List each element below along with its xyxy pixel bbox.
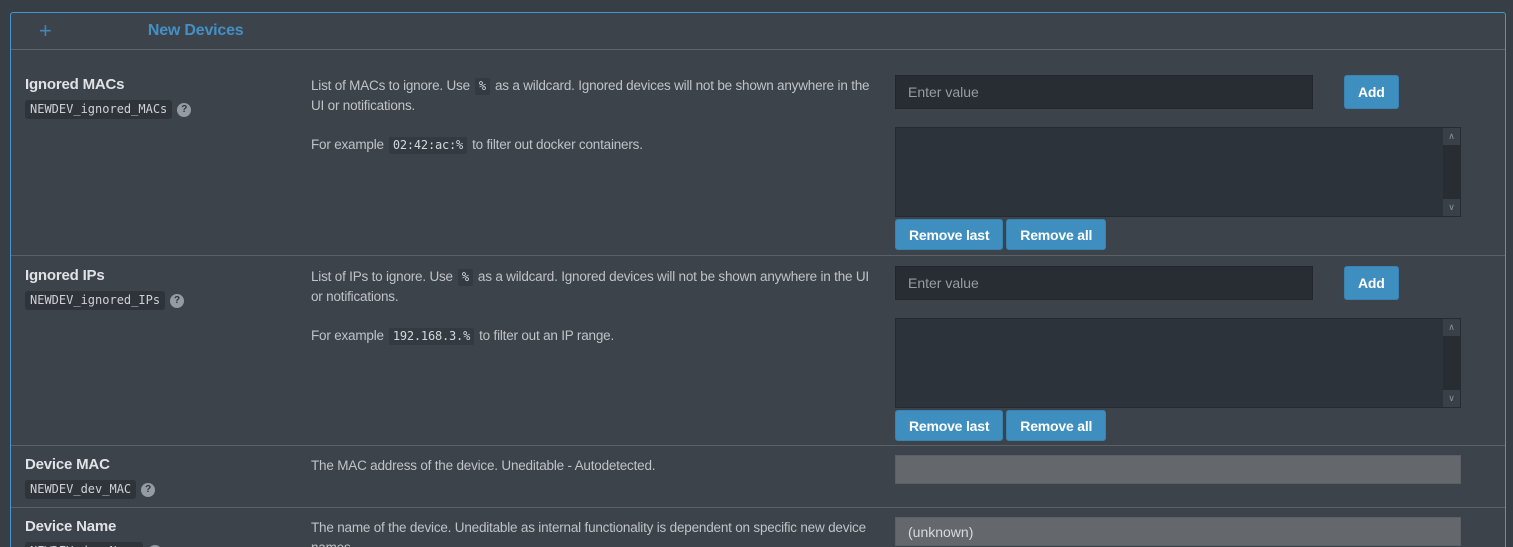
ignored-macs-listbox[interactable]: ∧ ∨ <box>895 127 1461 217</box>
setting-description: List of MACs to ignore. Use%as a wildcar… <box>311 76 895 155</box>
example-code: 192.168.3.% <box>389 328 474 345</box>
setting-label: Ignored MACs <box>25 76 311 93</box>
new-devices-panel: + New Devices Ignored MACs NEWDEV_ignore… <box>10 12 1506 547</box>
listbox-scrollbar[interactable]: ∧ ∨ <box>1443 319 1460 407</box>
setting-label: Ignored IPs <box>25 267 311 284</box>
setting-label-block: Device Name NEWDEV_dev_Name ? <box>25 517 311 547</box>
setting-label-block: Device MAC NEWDEV_dev_MAC ? <box>25 455 311 499</box>
setting-code-line: NEWDEV_dev_MAC ? <box>25 480 311 499</box>
device-mac-input <box>895 455 1461 484</box>
setting-description: List of IPs to ignore. Use%as a wildcard… <box>311 267 895 346</box>
ignored-ips-add-button[interactable]: Add <box>1344 266 1399 300</box>
setting-row-ignored-macs: Ignored MACs NEWDEV_ignored_MACs ? List … <box>11 50 1505 255</box>
ignored-macs-add-button[interactable]: Add <box>1344 75 1399 109</box>
plus-icon[interactable]: + <box>39 20 52 42</box>
ignored-macs-remove-all-button[interactable]: Remove all <box>1006 219 1106 250</box>
description-text: The name of the device. Uneditable as in… <box>311 518 881 547</box>
listbox-scrollbar[interactable]: ∧ ∨ <box>1443 128 1460 216</box>
description-text: List of MACs to ignore. Use%as a wildcar… <box>311 76 881 115</box>
setting-code: NEWDEV_dev_MAC <box>25 480 136 499</box>
help-icon[interactable]: ? <box>141 483 155 497</box>
setting-controls <box>895 455 1461 484</box>
scroll-up-icon[interactable]: ∧ <box>1443 128 1460 145</box>
settings-page: + New Devices Ignored MACs NEWDEV_ignore… <box>0 0 1513 547</box>
setting-description: The name of the device. Uneditable as in… <box>311 518 895 547</box>
setting-description: The MAC address of the device. Uneditabl… <box>311 456 895 476</box>
ignored-ips-remove-all-button[interactable]: Remove all <box>1006 410 1106 441</box>
setting-label: Device Name <box>25 518 311 535</box>
scrollbar-track[interactable] <box>1443 336 1460 390</box>
setting-controls: Add ∧ ∨ Remove last Remove all <box>895 75 1461 250</box>
setting-controls <box>895 517 1461 546</box>
list-buttons: Remove last Remove all <box>895 219 1461 250</box>
setting-row-device-mac: Device MAC NEWDEV_dev_MAC ? The MAC addr… <box>11 445 1505 507</box>
wildcard-code: % <box>475 78 490 95</box>
setting-code-line: NEWDEV_dev_Name ? <box>25 542 311 547</box>
setting-row-ignored-ips: Ignored IPs NEWDEV_ignored_IPs ? List of… <box>11 255 1505 445</box>
setting-code: NEWDEV_ignored_IPs <box>25 291 165 310</box>
help-icon[interactable]: ? <box>177 103 191 117</box>
input-row: Add <box>895 75 1461 109</box>
setting-label-block: Ignored IPs NEWDEV_ignored_IPs ? <box>25 266 311 310</box>
setting-controls: Add ∧ ∨ Remove last Remove all <box>895 266 1461 441</box>
description-text: The MAC address of the device. Uneditabl… <box>311 456 881 476</box>
scroll-down-icon[interactable]: ∨ <box>1443 199 1460 216</box>
panel-header: + New Devices <box>11 13 1505 50</box>
help-icon[interactable]: ? <box>170 294 184 308</box>
device-name-input <box>895 517 1461 546</box>
wildcard-code: % <box>458 269 473 286</box>
example-text: For example192.168.3.%to filter out an I… <box>311 326 881 346</box>
setting-code-line: NEWDEV_ignored_IPs ? <box>25 291 311 310</box>
ignored-macs-input[interactable] <box>895 75 1313 109</box>
input-row: Add <box>895 266 1461 300</box>
setting-label: Device MAC <box>25 456 311 473</box>
setting-row-device-name: Device Name NEWDEV_dev_Name ? The name o… <box>11 507 1505 547</box>
setting-label-block: Ignored MACs NEWDEV_ignored_MACs ? <box>25 75 311 119</box>
panel-title: New Devices <box>148 22 244 40</box>
setting-code-line: NEWDEV_ignored_MACs ? <box>25 100 311 119</box>
setting-code: NEWDEV_ignored_MACs <box>25 100 172 119</box>
ignored-ips-input[interactable] <box>895 266 1313 300</box>
ignored-ips-remove-last-button[interactable]: Remove last <box>895 410 1003 441</box>
ignored-macs-remove-last-button[interactable]: Remove last <box>895 219 1003 250</box>
example-code: 02:42:ac:% <box>389 137 467 154</box>
setting-code: NEWDEV_dev_Name <box>25 542 143 547</box>
example-text: For example02:42:ac:%to filter out docke… <box>311 135 881 155</box>
scrollbar-track[interactable] <box>1443 145 1460 199</box>
ignored-ips-listbox[interactable]: ∧ ∨ <box>895 318 1461 408</box>
description-text: List of IPs to ignore. Use%as a wildcard… <box>311 267 881 306</box>
scroll-down-icon[interactable]: ∨ <box>1443 390 1460 407</box>
list-buttons: Remove last Remove all <box>895 410 1461 441</box>
scroll-up-icon[interactable]: ∧ <box>1443 319 1460 336</box>
